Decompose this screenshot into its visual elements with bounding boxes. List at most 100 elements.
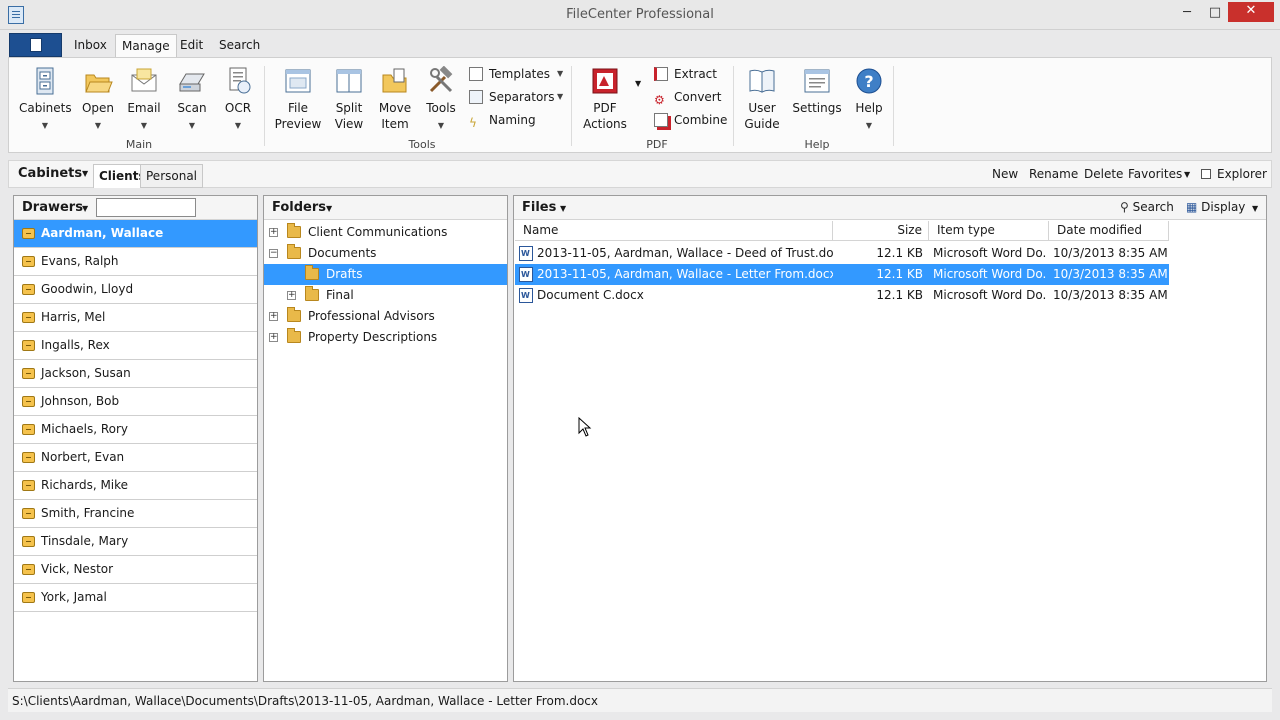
- file-preview-button[interactable]: File Preview: [273, 66, 323, 132]
- file-row-selected[interactable]: 2013-11-05, Aardman, Wallace - Letter Fr…: [515, 264, 1169, 285]
- drawer-search-input[interactable]: [96, 198, 196, 217]
- move-item-button[interactable]: Move Item: [373, 66, 417, 132]
- file-row[interactable]: Document C.docx 12.1 KB Microsoft Word D…: [515, 285, 1169, 306]
- drawer-item-vick[interactable]: Vick, Nestor: [14, 556, 257, 584]
- settings-button[interactable]: Settings: [789, 66, 845, 116]
- folder-documents[interactable]: − Documents: [264, 243, 507, 264]
- chevron-down-icon[interactable]: ▼: [1252, 204, 1258, 213]
- pdf-actions-label-1: PDF: [593, 101, 617, 115]
- file-type: Microsoft Word Do...: [933, 288, 1047, 302]
- templates-button[interactable]: Templates ▼: [469, 64, 569, 84]
- folder-drafts[interactable]: Drafts: [264, 264, 507, 285]
- book-icon: [749, 69, 775, 93]
- chevron-down-icon[interactable]: ▼: [82, 169, 88, 178]
- cabinet-tab-personal[interactable]: Personal: [140, 164, 204, 188]
- drawer-icon: [22, 480, 35, 491]
- column-header-item-type[interactable]: Item type: [929, 221, 1049, 241]
- drawer-item-richards[interactable]: Richards, Mike: [14, 472, 257, 500]
- open-button[interactable]: Open ▼: [77, 66, 119, 134]
- expand-icon[interactable]: +: [269, 312, 278, 321]
- pdf-actions-button[interactable]: PDF Actions: [579, 66, 631, 132]
- separators-button[interactable]: Separators ▼: [469, 87, 569, 107]
- expand-icon[interactable]: +: [269, 228, 278, 237]
- column-header-size[interactable]: Size: [833, 221, 929, 241]
- column-header-date-modified[interactable]: Date modified: [1049, 221, 1169, 241]
- help-button[interactable]: ? Help ▼: [849, 66, 889, 134]
- chevron-down-icon[interactable]: ▼: [560, 204, 566, 213]
- chevron-down-icon[interactable]: ▼: [82, 204, 88, 213]
- expand-icon[interactable]: +: [269, 333, 278, 342]
- folder-property-descriptions[interactable]: + Property Descriptions: [264, 327, 507, 348]
- minimize-button[interactable]: ─: [1176, 4, 1198, 22]
- drawer-icon: [22, 312, 35, 323]
- collapse-icon[interactable]: −: [269, 249, 278, 258]
- drawer-item-johnson[interactable]: Johnson, Bob: [14, 388, 257, 416]
- cabinets-dropdown[interactable]: Cabinets: [18, 166, 82, 181]
- email-button[interactable]: Email ▼: [123, 66, 165, 134]
- drawer-item-michaels[interactable]: Michaels, Rory: [14, 416, 257, 444]
- folder-professional-advisors[interactable]: + Professional Advisors: [264, 306, 507, 327]
- user-guide-button[interactable]: User Guide: [739, 66, 785, 132]
- combine-button[interactable]: Combine: [654, 110, 734, 130]
- folder-label: Documents: [308, 246, 377, 260]
- folder-tree: + Client Communications − Documents Draf…: [264, 220, 507, 348]
- drawer-item-ingalls[interactable]: Ingalls, Rex: [14, 332, 257, 360]
- tab-search[interactable]: Search: [219, 38, 260, 52]
- split-view-button[interactable]: Split View: [327, 66, 371, 132]
- drawer-item-york[interactable]: York, Jamal: [14, 584, 257, 612]
- naming-button[interactable]: ϟ Naming: [469, 110, 569, 130]
- drawers-title[interactable]: Drawers: [22, 200, 83, 215]
- extract-button[interactable]: Extract: [654, 64, 734, 84]
- tools-label: Tools: [426, 101, 456, 115]
- new-button[interactable]: New: [992, 167, 1018, 181]
- drawer-item-jackson[interactable]: Jackson, Susan: [14, 360, 257, 388]
- expand-icon[interactable]: +: [287, 291, 296, 300]
- move-item-icon: [382, 68, 407, 93]
- explorer-checkbox[interactable]: [1201, 169, 1211, 179]
- ocr-button[interactable]: OCR ▼: [217, 66, 259, 134]
- word-document-icon: [519, 267, 533, 282]
- folder-final[interactable]: + Final: [264, 285, 507, 306]
- drawer-item-aardman[interactable]: Aardman, Wallace: [14, 220, 257, 248]
- drawer-item-evans[interactable]: Evans, Ralph: [14, 248, 257, 276]
- files-search-button[interactable]: ⚲ Search: [1120, 200, 1174, 214]
- favorites-button[interactable]: Favorites: [1128, 167, 1182, 181]
- display-button[interactable]: ▦ Display: [1186, 200, 1245, 214]
- drawer-item-smith[interactable]: Smith, Francine: [14, 500, 257, 528]
- convert-button[interactable]: ⚙ Convert: [654, 87, 734, 107]
- drawer-icon: [22, 452, 35, 463]
- folders-title[interactable]: Folders: [272, 200, 326, 215]
- help-icon: ?: [856, 68, 882, 94]
- explorer-toggle[interactable]: Explorer: [1201, 167, 1267, 181]
- delete-button[interactable]: Delete: [1084, 167, 1123, 181]
- document-icon: [30, 38, 42, 52]
- chevron-down-icon[interactable]: ▼: [326, 204, 332, 213]
- tab-edit[interactable]: Edit: [180, 38, 203, 52]
- ribbon-separator: [893, 66, 894, 146]
- maximize-button[interactable]: □: [1204, 4, 1226, 22]
- rename-button[interactable]: Rename: [1029, 167, 1078, 181]
- drawers-header: Drawers ▼: [14, 196, 257, 220]
- cabinet-icon: [36, 67, 54, 95]
- files-panel: Files ▼ ⚲ Search ▦ Display ▼ Name Size I…: [513, 195, 1267, 682]
- drawer-item-tinsdale[interactable]: Tinsdale, Mary: [14, 528, 257, 556]
- open-folder-icon: [85, 74, 113, 93]
- drawer-item-norbert[interactable]: Norbert, Evan: [14, 444, 257, 472]
- split-view-label-1: Split: [335, 101, 363, 115]
- file-row[interactable]: 2013-11-05, Aardman, Wallace - Deed of T…: [515, 243, 1169, 264]
- files-title[interactable]: Files: [522, 200, 556, 215]
- scan-button[interactable]: Scan ▼: [171, 66, 213, 134]
- pdf-actions-dropdown[interactable]: ▼: [635, 74, 645, 94]
- drawer-item-goodwin[interactable]: Goodwin, Lloyd: [14, 276, 257, 304]
- open-label: Open: [81, 101, 115, 115]
- file-menu-button[interactable]: [9, 33, 62, 57]
- folder-client-communications[interactable]: + Client Communications: [264, 222, 507, 243]
- cabinets-button[interactable]: Cabinets ▼: [19, 66, 72, 134]
- tools-button[interactable]: Tools ▼: [421, 66, 461, 134]
- tab-inbox[interactable]: Inbox: [74, 38, 107, 52]
- chevron-down-icon[interactable]: ▼: [1184, 170, 1190, 179]
- column-header-name[interactable]: Name: [515, 221, 833, 241]
- drawer-item-harris[interactable]: Harris, Mel: [14, 304, 257, 332]
- close-button[interactable]: ✕: [1228, 2, 1274, 22]
- tab-manage[interactable]: Manage: [115, 34, 177, 59]
